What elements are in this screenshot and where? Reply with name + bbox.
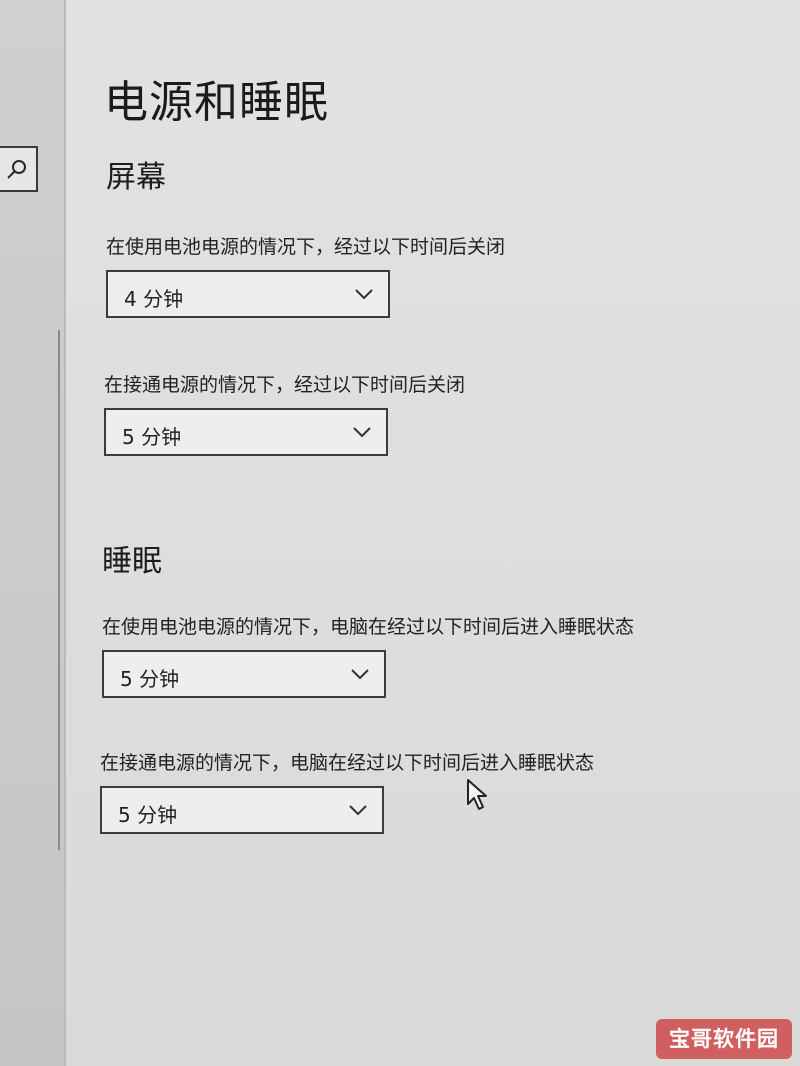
screen-battery-value: 4 分钟	[124, 287, 184, 311]
chevron-down-icon	[351, 669, 369, 680]
mouse-pointer-icon	[467, 779, 487, 810]
sleep-plugged-value: 5 分钟	[118, 803, 178, 827]
sleep-plugged-label: 在接通电源的情况下，电脑在经过以下时间后进入睡眠状态	[100, 752, 595, 774]
sleep-plugged-dropdown[interactable]: 5 分钟	[100, 786, 384, 834]
page-title: 电源和睡眠	[104, 77, 329, 128]
watermark-logo: 宝哥软件园	[656, 1019, 792, 1059]
sleep-battery-value: 5 分钟	[120, 667, 180, 691]
screen-plugged-label: 在接通电源的情况下，经过以下时间后关闭	[104, 374, 466, 396]
screen-battery-label: 在使用电池电源的情况下，经过以下时间后关闭	[106, 236, 506, 258]
screen-plugged-dropdown[interactable]: 5 分钟	[104, 408, 388, 456]
search-button[interactable]	[0, 146, 38, 192]
nav-scrollbar[interactable]	[58, 330, 60, 850]
screen-battery-dropdown[interactable]: 4 分钟	[106, 270, 390, 318]
chevron-down-icon	[349, 805, 367, 816]
sleep-battery-label: 在使用电池电源的情况下，电脑在经过以下时间后进入睡眠状态	[102, 616, 635, 638]
chevron-down-icon	[355, 289, 373, 300]
sleep-battery-dropdown[interactable]: 5 分钟	[102, 650, 386, 698]
sleep-section-heading: 睡眠	[102, 544, 162, 579]
screen-section-heading: 屏幕	[106, 160, 166, 195]
chevron-down-icon	[353, 427, 371, 438]
search-icon	[7, 160, 26, 179]
screen-plugged-value: 5 分钟	[122, 425, 182, 449]
